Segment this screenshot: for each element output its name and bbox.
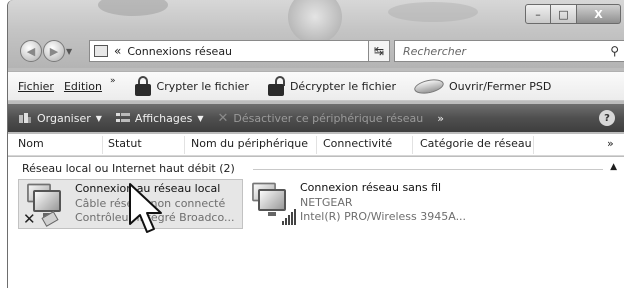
menu-edition[interactable]: Edition	[64, 80, 102, 93]
forward-button[interactable]: ▶	[43, 40, 65, 62]
connection-status: NETGEAR	[300, 196, 353, 209]
views-icon	[115, 113, 130, 122]
crypt-file-button[interactable]: Crypter le fichier	[134, 76, 249, 96]
search-input[interactable]: Rechercher ⚲	[394, 40, 624, 62]
organiser-label: Organiser	[37, 111, 91, 125]
forward-arrow-icon: ▶	[49, 44, 59, 58]
disable-device-label: Désactiver ce périphérique réseau	[233, 111, 424, 125]
organize-icon	[19, 113, 31, 123]
breadcrumb-overflow[interactable]: «	[114, 44, 121, 58]
breadcrumb-connexions-reseau[interactable]: Connexions réseau	[127, 45, 232, 58]
search-placeholder: Rechercher	[403, 44, 467, 58]
command-overflow-chevron[interactable]: »	[437, 112, 444, 125]
back-button[interactable]: ◀	[20, 40, 42, 62]
menu-overflow-chevron[interactable]: »	[110, 76, 116, 86]
column-connectivite[interactable]: Connectivité	[323, 137, 392, 150]
file-list: Réseau local ou Internet haut débit (2) …	[8, 157, 624, 288]
column-divider[interactable]	[184, 136, 185, 154]
connection-name: Connexion réseau sans fil	[300, 181, 442, 194]
column-divider[interactable]	[316, 136, 317, 154]
column-nom-peripherique[interactable]: Nom du périphérique	[191, 137, 308, 150]
decrypt-file-label: Décrypter le fichier	[289, 79, 396, 93]
column-headers: Nom Statut Nom du périphérique Connectiv…	[8, 134, 624, 156]
mouse-pointer-icon	[129, 183, 162, 233]
lock-icon	[134, 76, 152, 96]
explorer-window: – □ X ◀ ▶ ▼ « Connexions réseau ▼ ↹ Rech…	[7, 0, 624, 288]
refresh-icon: ↹	[373, 44, 385, 58]
drive-icon	[412, 76, 445, 96]
collapse-group-icon[interactable]: ▲	[610, 162, 617, 172]
decrypt-file-button[interactable]: Décrypter le fichier	[267, 76, 396, 96]
organiser-button[interactable]: Organiser ▼	[18, 112, 102, 125]
help-icon[interactable]: ?	[599, 110, 615, 126]
unlock-icon	[267, 76, 285, 96]
column-divider[interactable]	[102, 136, 103, 154]
menu-fichier[interactable]: Fichier	[18, 80, 54, 93]
aero-glass-reflection	[98, 0, 168, 16]
address-bar[interactable]: « Connexions réseau ▼	[89, 40, 385, 62]
disable-x-icon: ✕	[217, 110, 229, 126]
open-close-psd-label: Ouvrir/Fermer PSD	[448, 79, 552, 93]
group-divider	[253, 169, 603, 170]
affichages-button[interactable]: Affichages ▼	[115, 111, 204, 125]
chevron-down-icon: ▼	[95, 113, 102, 123]
open-close-psd-button[interactable]: Ouvrir/Fermer PSD	[412, 76, 552, 96]
recent-pages-dropdown[interactable]: ▼	[66, 47, 72, 56]
network-folder-icon	[94, 45, 108, 57]
disable-device-button[interactable]: ✕ Désactiver ce périphérique réseau	[217, 111, 423, 126]
window-controls: – □ X	[525, 4, 621, 24]
back-arrow-icon: ◀	[26, 44, 36, 58]
close-button[interactable]: X	[577, 4, 621, 24]
aero-glass-reflection	[288, 0, 342, 44]
affichages-label: Affichages	[134, 111, 193, 125]
connection-device: Intel(R) PRO/Wireless 3945A...	[300, 210, 467, 223]
crypt-file-label: Crypter le fichier	[156, 79, 249, 93]
menu-bar: Fichier Edition » Crypter le fichier Déc…	[8, 71, 624, 101]
refresh-button[interactable]: ↹	[368, 40, 390, 62]
chevron-down-icon: ▼	[197, 113, 204, 123]
column-divider[interactable]	[412, 136, 413, 154]
column-statut[interactable]: Statut	[108, 137, 142, 150]
maximize-button[interactable]: □	[551, 4, 577, 24]
command-bar: Organiser ▼ Affichages ▼ ✕ Désactiver ce…	[8, 104, 624, 132]
column-overflow-chevron[interactable]: »	[607, 137, 614, 150]
minimize-button[interactable]: –	[525, 4, 551, 24]
aero-glass-reflection	[388, 2, 478, 22]
column-nom[interactable]: Nom	[18, 137, 44, 150]
column-divider[interactable]	[533, 136, 534, 154]
search-icon[interactable]: ⚲	[610, 44, 619, 58]
column-categorie-reseau[interactable]: Catégorie de réseau	[420, 137, 532, 150]
connection-item-wireless[interactable]: Connexion réseau sans fil NETGEAR Intel(…	[244, 179, 474, 229]
group-header[interactable]: Réseau local ou Internet haut débit (2)	[22, 162, 235, 175]
